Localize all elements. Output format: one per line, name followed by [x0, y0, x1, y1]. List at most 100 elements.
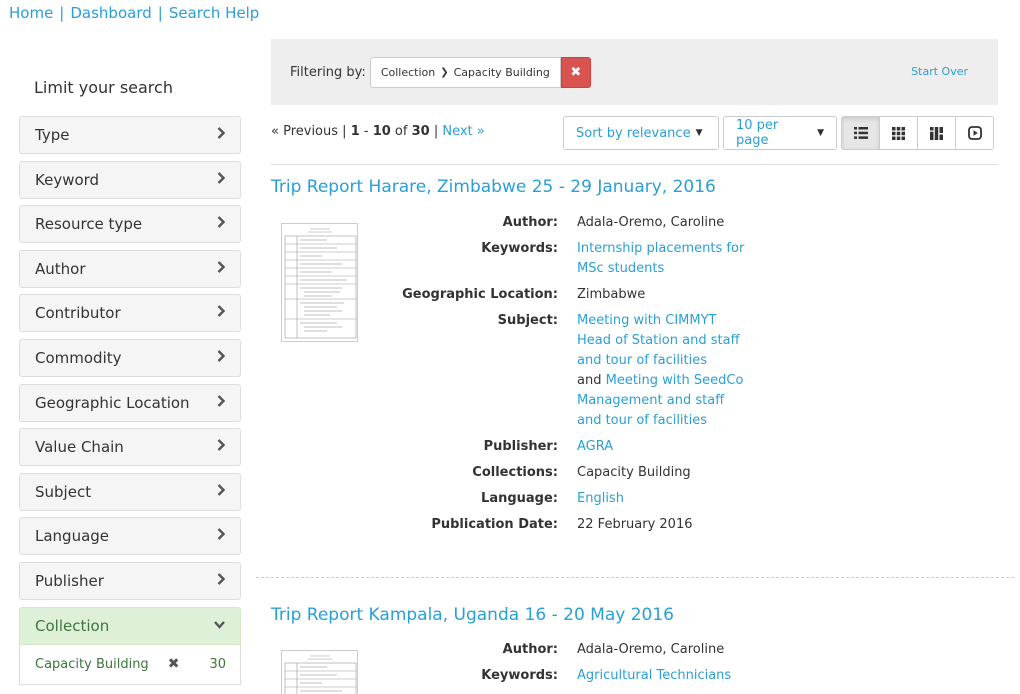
meta-language: Language: English	[360, 489, 760, 509]
meta-geo: Geographic Location: Zimbabwe	[360, 285, 760, 305]
nav-separator: |	[157, 4, 163, 22]
meta-value: Capacity Building	[577, 465, 691, 480]
facet-value-chain[interactable]: Value Chain	[19, 428, 241, 467]
document-page-icon	[282, 651, 357, 694]
list-view-button[interactable]	[841, 116, 880, 150]
grid-icon	[892, 126, 905, 140]
dashboard-link[interactable]: Dashboard	[70, 4, 151, 22]
next-link[interactable]: Next »	[442, 124, 484, 139]
subject-link[interactable]: Meeting with CIMMYT Head of Station and …	[577, 313, 740, 368]
filter-pill: Collection ❯ Capacity Building ✖	[369, 56, 591, 88]
meta-value: English	[577, 489, 749, 509]
facet-value-count: 30	[209, 656, 226, 672]
meta-label: Subject:	[497, 313, 558, 328]
facet-sidebar: Limit your search Type Keyword Resource ty…	[19, 78, 241, 685]
pager: « Previous | 1 - 10 of 30 | Next »	[271, 124, 485, 139]
search-help-link[interactable]: Search Help	[169, 4, 260, 22]
facet-label: Resource type	[35, 215, 143, 234]
chevron-right-icon	[217, 528, 226, 544]
meta-value: AGRA	[577, 437, 749, 457]
filtering-label: Filtering by:	[290, 64, 366, 80]
facet-list: Type Keyword Resource type Author Contributo…	[19, 116, 241, 600]
keyword-link[interactable]: Agricultural Technicians	[577, 668, 731, 683]
subject-link[interactable]: Meeting with SeedCo Management and staff…	[577, 373, 743, 428]
gallery-view-button[interactable]	[879, 116, 918, 150]
meta-keywords: Keywords: Agricultural Technicians	[360, 666, 760, 686]
document-thumbnail[interactable]	[281, 650, 358, 694]
facet-label: Geographic Location	[35, 393, 190, 412]
document-thumbnail[interactable]	[281, 223, 358, 342]
language-link[interactable]: English	[577, 491, 624, 506]
facet-label: Author	[35, 259, 86, 278]
facet-geographic-location[interactable]: Geographic Location	[19, 383, 241, 422]
sort-label: Sort by relevance	[576, 125, 691, 141]
masonry-icon	[930, 126, 943, 140]
facet-keyword[interactable]: Keyword	[19, 160, 241, 199]
chevron-right-icon: ❯	[440, 66, 449, 78]
result-title[interactable]: Trip Report Harare, Zimbabwe 25 - 29 Jan…	[271, 177, 716, 197]
facet-value-selected: Capacity Building ✖ 30	[19, 644, 241, 685]
result-title[interactable]: Trip Report Kampala, Uganda 16 - 20 May …	[271, 605, 674, 625]
facet-commodity[interactable]: Commodity	[19, 338, 241, 377]
sidebar-heading: Limit your search	[34, 78, 173, 97]
facet-label: Keyword	[35, 170, 100, 189]
keyword-link[interactable]: Internship placements for MSc students	[577, 241, 744, 276]
facet-author[interactable]: Author	[19, 249, 241, 288]
meta-label: Keywords:	[481, 241, 558, 256]
range-of: of	[390, 124, 412, 139]
facet-label: Language	[35, 527, 110, 546]
range-from: 1	[350, 124, 360, 139]
publisher-link[interactable]: AGRA	[577, 439, 613, 454]
result-divider	[256, 577, 1014, 578]
meta-value: Adala-Oremo, Caroline	[577, 642, 725, 657]
meta-author: Author: Adala-Oremo, Caroline	[360, 640, 760, 660]
facet-value-label: Capacity Building	[35, 656, 149, 672]
per-page-label: 10 per page	[736, 118, 779, 148]
chevron-right-icon	[217, 483, 226, 500]
chevron-right-icon	[217, 350, 226, 366]
facet-type[interactable]: Type	[19, 116, 241, 154]
facet-publisher[interactable]: Publisher	[19, 561, 241, 600]
meta-value: Zimbabwe	[577, 287, 646, 302]
document-page-icon	[282, 224, 357, 341]
home-link[interactable]: Home	[9, 4, 53, 22]
nav-separator: |	[59, 4, 65, 22]
facet-resource-type[interactable]: Resource type	[19, 205, 241, 244]
filter-pill-text[interactable]: Collection ❯ Capacity Building	[369, 56, 561, 88]
subject-and: and	[577, 373, 602, 388]
meta-publisher: Publisher: AGRA	[360, 437, 760, 457]
meta-value: Internship placements for MSc students	[577, 239, 749, 279]
previous-link: « Previous	[271, 124, 339, 139]
play-circle-icon	[967, 126, 982, 140]
meta-pubdate: Publication Date: 22 February 2016	[360, 515, 760, 535]
filter-field: Collection	[380, 65, 436, 79]
meta-label: Keywords:	[481, 668, 558, 683]
meta-label: Author:	[502, 642, 558, 657]
chevron-right-icon	[217, 216, 226, 232]
filter-value: Capacity Building	[453, 65, 550, 79]
chevron-right-icon	[217, 260, 226, 277]
facet-subject[interactable]: Subject	[19, 472, 241, 511]
per-page-dropdown[interactable]: 10 per page ▼	[723, 116, 837, 150]
slideshow-view-button[interactable]	[955, 116, 994, 150]
meta-value: Meeting with CIMMYT Head of Station and …	[577, 311, 749, 431]
per-page-wrap: 10 per page ▼	[723, 116, 837, 150]
chevron-right-icon	[217, 573, 226, 589]
meta-collections: Collections: Capacity Building	[360, 463, 760, 483]
meta-label: Collections:	[472, 465, 558, 480]
facet-collection[interactable]: Collection	[19, 606, 241, 645]
facet-contributor[interactable]: Contributor	[19, 294, 241, 333]
chevron-right-icon	[217, 394, 226, 411]
range-dash: -	[359, 124, 373, 139]
chevron-right-icon	[217, 305, 226, 321]
remove-icon[interactable]: ✖	[168, 656, 180, 672]
masonry-view-button[interactable]	[917, 116, 956, 150]
meta-value: Adala-Oremo, Caroline	[577, 215, 725, 230]
facet-language[interactable]: Language	[19, 517, 241, 556]
remove-filter-button[interactable]: ✖	[560, 56, 591, 88]
sort-dropdown[interactable]: Sort by relevance ▼	[563, 116, 719, 150]
start-over-link[interactable]: Start Over	[911, 65, 968, 78]
sort-dropdown-wrap: Sort by relevance ▼	[563, 116, 719, 150]
top-nav: Home | Dashboard | Search Help	[9, 4, 259, 22]
result-metadata: Author: Adala-Oremo, Caroline Keywords: Ag…	[360, 640, 760, 692]
